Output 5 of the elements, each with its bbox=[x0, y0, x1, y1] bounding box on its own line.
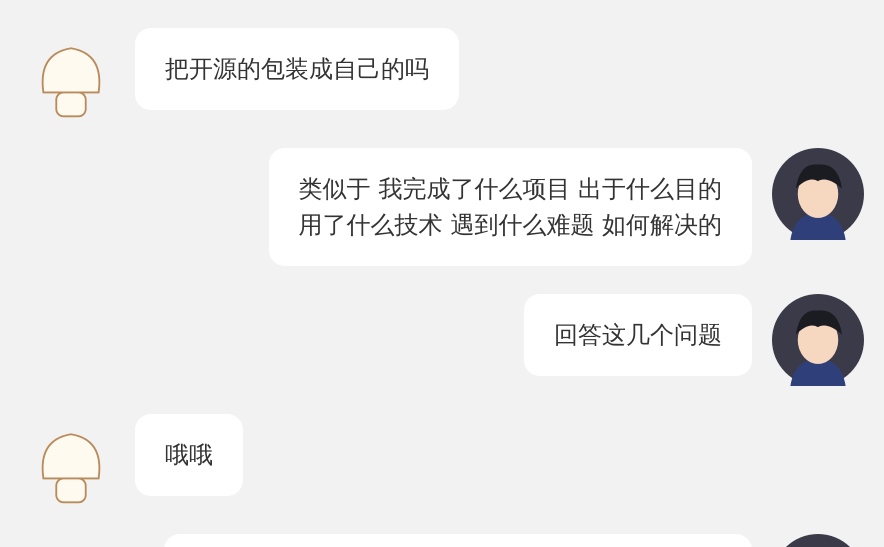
message-text: 回答这几个问题 bbox=[554, 320, 722, 351]
message-text: 用了什么技术 遇到什么难题 如何解决的 bbox=[298, 210, 722, 241]
message-text: 类似于 我完成了什么项目 出于什么目的 bbox=[298, 174, 722, 205]
message-text: 哦哦 bbox=[165, 440, 213, 471]
message-text: 把开源的包装成自己的吗 bbox=[165, 54, 429, 85]
